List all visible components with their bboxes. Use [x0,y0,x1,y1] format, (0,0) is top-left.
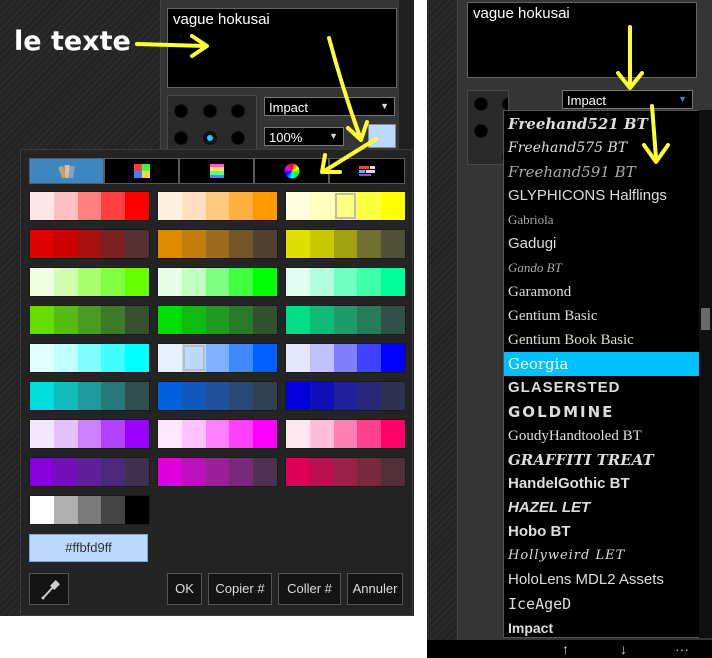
arrow-to-textbox [135,42,207,48]
annotation-arrows [135,25,670,174]
arrow-to-wheel-tab [324,137,378,172]
arrow-to-font-list [650,104,658,160]
arrow-to-swatch [327,36,361,136]
